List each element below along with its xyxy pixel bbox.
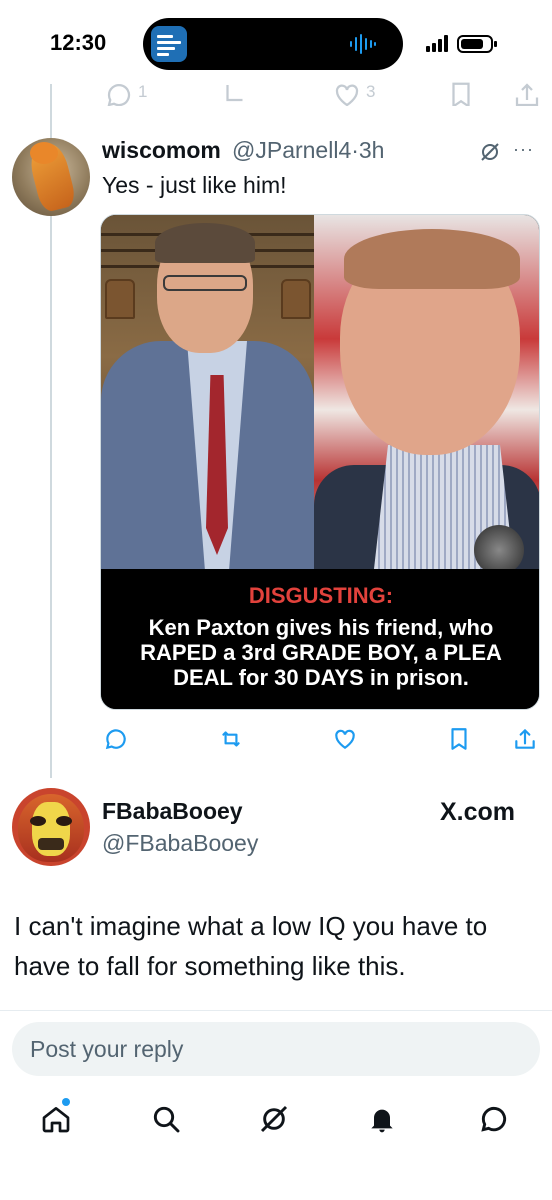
reply-author-name[interactable]: FBabaBooey (102, 798, 243, 825)
previous-tweet-actions (0, 80, 552, 106)
caption-heading: DISGUSTING: (248, 583, 394, 608)
battery-icon (457, 35, 497, 53)
author-name[interactable]: wiscomom (102, 137, 221, 164)
grok-icon[interactable] (258, 1103, 290, 1135)
home-icon[interactable] (40, 1103, 72, 1135)
status-icons (426, 35, 497, 53)
image-caption: DISGUSTING: Ken Paxton gives his friend,… (101, 569, 539, 709)
photo-right-man (314, 215, 539, 575)
thread-line (50, 212, 52, 778)
reply-icon[interactable] (103, 726, 129, 752)
share-icon[interactable] (512, 726, 538, 752)
previous-like-count: 3 (366, 82, 376, 101)
bookmark-icon[interactable] (446, 80, 476, 106)
more-options-icon[interactable]: ··· (513, 139, 534, 160)
heart-icon[interactable] (332, 80, 362, 106)
search-icon[interactable] (150, 1103, 182, 1135)
dynamic-island[interactable] (143, 18, 403, 70)
divider (0, 1010, 552, 1011)
avatar[interactable] (12, 788, 90, 866)
tweet-text: Yes - just like him! (102, 172, 287, 198)
signal-icon (426, 35, 448, 52)
author-handle[interactable]: @JParnell4·3h (232, 137, 384, 164)
messages-icon[interactable] (478, 1103, 510, 1135)
reply-icon[interactable] (104, 80, 134, 106)
reply-author-handle[interactable]: @FBabaBooey (102, 830, 258, 857)
bottom-nav (0, 1085, 552, 1200)
repost-icon[interactable] (220, 80, 250, 106)
reply-input[interactable] (30, 1022, 520, 1076)
avatar[interactable] (12, 138, 90, 216)
share-icon[interactable] (512, 80, 542, 106)
microphone-icon (474, 525, 524, 575)
notifications-icon[interactable] (366, 1103, 398, 1135)
bookmark-icon[interactable] (446, 726, 472, 752)
source-badge[interactable]: X.com (440, 798, 515, 827)
reply-text: I can't imagine what a low IQ you have t… (14, 911, 488, 981)
caption-body: Ken Paxton gives his friend, who RAPED a… (140, 615, 502, 690)
photo-left-man (101, 215, 314, 571)
status-bar: 12:30 (0, 0, 552, 80)
grok-icon[interactable] (478, 140, 502, 164)
heart-icon[interactable] (332, 726, 358, 752)
thread-line (50, 84, 52, 140)
audio-waveform-icon (350, 34, 376, 54)
now-playing-app-icon (151, 26, 187, 62)
status-time: 12:30 (50, 30, 107, 55)
tweet-image[interactable]: DISGUSTING: Ken Paxton gives his friend,… (100, 214, 540, 710)
repost-icon[interactable] (218, 726, 244, 752)
previous-reply-count: 1 (138, 82, 148, 101)
reply-composer[interactable] (12, 1022, 540, 1076)
